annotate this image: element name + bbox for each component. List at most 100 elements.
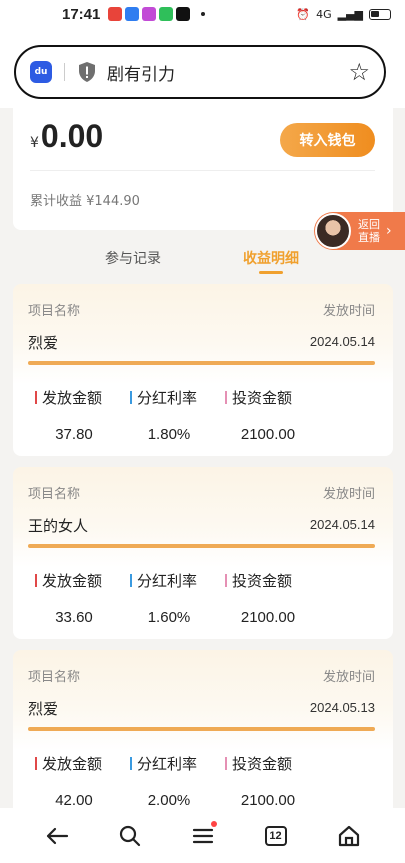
divider	[30, 170, 375, 171]
stats-row: 发放金额 33.60 分红利率 1.60% 投资金额 2100.00	[13, 570, 393, 630]
investment-amount-value: 2100.00	[240, 426, 296, 443]
balance: ¥ 0.00	[30, 118, 103, 155]
project-name: 王的女人	[28, 517, 89, 535]
project-name-label: 项目名称	[28, 304, 81, 319]
project-name: 烈爱	[28, 334, 59, 352]
app-notification-icon	[159, 7, 174, 21]
release-amount-column: 发放金额 42.00	[35, 753, 135, 809]
tabs-button[interactable]: 12	[256, 816, 296, 856]
avatar	[315, 213, 351, 249]
investment-amount-label: 投资金额	[232, 389, 293, 407]
star-icon[interactable]: ☆	[348, 58, 370, 86]
dividend-rate-value: 1.60%	[147, 609, 191, 626]
bottom-navigation: 12	[0, 808, 405, 863]
investment-amount-value: 2100.00	[240, 792, 296, 809]
dividend-rate-label: 分红利率	[137, 755, 198, 773]
investment-amount-column: 投资金额 2100.00	[225, 753, 325, 809]
marker	[225, 391, 227, 404]
app-notification-icon	[176, 7, 191, 21]
status-time: 17:41	[62, 5, 101, 23]
dividend-rate-column: 分红利率 1.80%	[130, 387, 230, 443]
release-amount-value: 42.00	[55, 792, 93, 809]
live-label-line1: 返回	[358, 218, 380, 231]
app-notification-icon	[142, 7, 157, 21]
marker	[225, 757, 227, 770]
status-right: ⏰ 4G ▂▄▆	[296, 8, 391, 21]
home-icon[interactable]	[329, 816, 369, 856]
browser-header: du 剧有引力 ☆	[0, 28, 405, 108]
more-notifications-icon	[201, 12, 206, 16]
page-title: 剧有引力	[107, 64, 175, 85]
dividend-rate-value: 2.00%	[147, 792, 191, 809]
release-date: 2024.05.14	[309, 517, 375, 532]
stats-row: 发放金额 37.80 分红利率 1.80% 投资金额 2100.00	[13, 387, 393, 447]
back-to-live-button[interactable]: 返回 直播 ›	[314, 212, 405, 250]
divider	[64, 63, 65, 81]
shield-icon[interactable]	[77, 61, 97, 83]
baidu-logo-icon: du	[30, 61, 52, 83]
release-amount-label: 发放金额	[42, 755, 103, 773]
project-name-label: 项目名称	[28, 670, 81, 685]
divider-bar	[28, 544, 375, 548]
release-time-label: 发放时间	[322, 304, 375, 319]
list-item: 项目名称 发放时间 烈爱 2024.05.14 发放金额 37.80 分红利率 …	[13, 284, 393, 456]
app-notification-icon	[108, 7, 123, 21]
marker	[130, 757, 132, 770]
active-tab-indicator	[259, 271, 283, 274]
tab-bar: 参与记录 收益明细	[0, 248, 405, 278]
marker	[130, 391, 132, 404]
release-time-label: 发放时间	[322, 670, 375, 685]
address-bar[interactable]: du 剧有引力 ☆	[14, 45, 386, 99]
release-time-label: 发放时间	[322, 487, 375, 502]
investment-amount-column: 投资金额 2100.00	[225, 387, 325, 443]
status-bar: 17:41 ⏰ 4G ▂▄▆	[0, 0, 405, 28]
release-amount-value: 37.80	[55, 426, 93, 443]
release-date: 2024.05.13	[309, 700, 375, 715]
divider-bar	[28, 361, 375, 365]
network-label: 4G	[316, 7, 332, 21]
dividend-rate-column: 分红利率 2.00%	[130, 753, 230, 809]
tab-earnings-details[interactable]: 收益明细	[243, 248, 299, 268]
stats-row: 发放金额 42.00 分红利率 2.00% 投资金额 2100.00	[13, 753, 393, 813]
app-notification-icon	[125, 7, 140, 21]
tab-participation-records[interactable]: 参与记录	[105, 248, 161, 268]
release-amount-column: 发放金额 37.80	[35, 387, 135, 443]
investment-amount-label: 投资金额	[232, 755, 293, 773]
marker	[35, 391, 37, 404]
currency-symbol: ¥	[30, 135, 39, 151]
dividend-rate-label: 分红利率	[137, 389, 198, 407]
dividend-rate-label: 分红利率	[137, 572, 198, 590]
investment-amount-label: 投资金额	[232, 572, 293, 590]
tab-count: 12	[264, 825, 287, 846]
release-amount-column: 发放金额 33.60	[35, 570, 135, 626]
menu-icon[interactable]	[183, 816, 223, 856]
list-item: 项目名称 发放时间 烈爱 2024.05.13 发放金额 42.00 分红利率 …	[13, 650, 393, 822]
investment-amount-column: 投资金额 2100.00	[225, 570, 325, 626]
release-date: 2024.05.14	[309, 334, 375, 349]
project-name: 烈爱	[28, 700, 59, 718]
marker	[35, 574, 37, 587]
list-item: 项目名称 发放时间 王的女人 2024.05.14 发放金额 33.60 分红利…	[13, 467, 393, 639]
marker	[130, 574, 132, 587]
release-amount-label: 发放金额	[42, 389, 103, 407]
live-label: 返回 直播	[358, 218, 380, 244]
divider-bar	[28, 727, 375, 731]
alarm-icon: ⏰	[296, 7, 311, 21]
investment-amount-value: 2100.00	[240, 609, 296, 626]
notification-dot	[210, 820, 217, 827]
release-amount-label: 发放金额	[42, 572, 103, 590]
marker	[35, 757, 37, 770]
marker	[225, 574, 227, 587]
dividend-rate-column: 分红利率 1.60%	[130, 570, 230, 626]
dividend-rate-value: 1.80%	[147, 426, 191, 443]
cumulative-earnings: 累计收益 ¥144.90	[30, 194, 140, 209]
balance-amount: 0.00	[40, 118, 104, 154]
signal-icon: ▂▄▆	[337, 7, 363, 21]
release-amount-value: 33.60	[55, 609, 93, 626]
chevron-right-icon: ›	[386, 223, 392, 239]
transfer-to-wallet-button[interactable]: 转入钱包	[280, 123, 375, 157]
search-icon[interactable]	[110, 816, 150, 856]
battery-icon	[369, 8, 391, 20]
back-arrow-icon[interactable]	[37, 816, 77, 856]
live-label-line2: 直播	[358, 231, 380, 244]
